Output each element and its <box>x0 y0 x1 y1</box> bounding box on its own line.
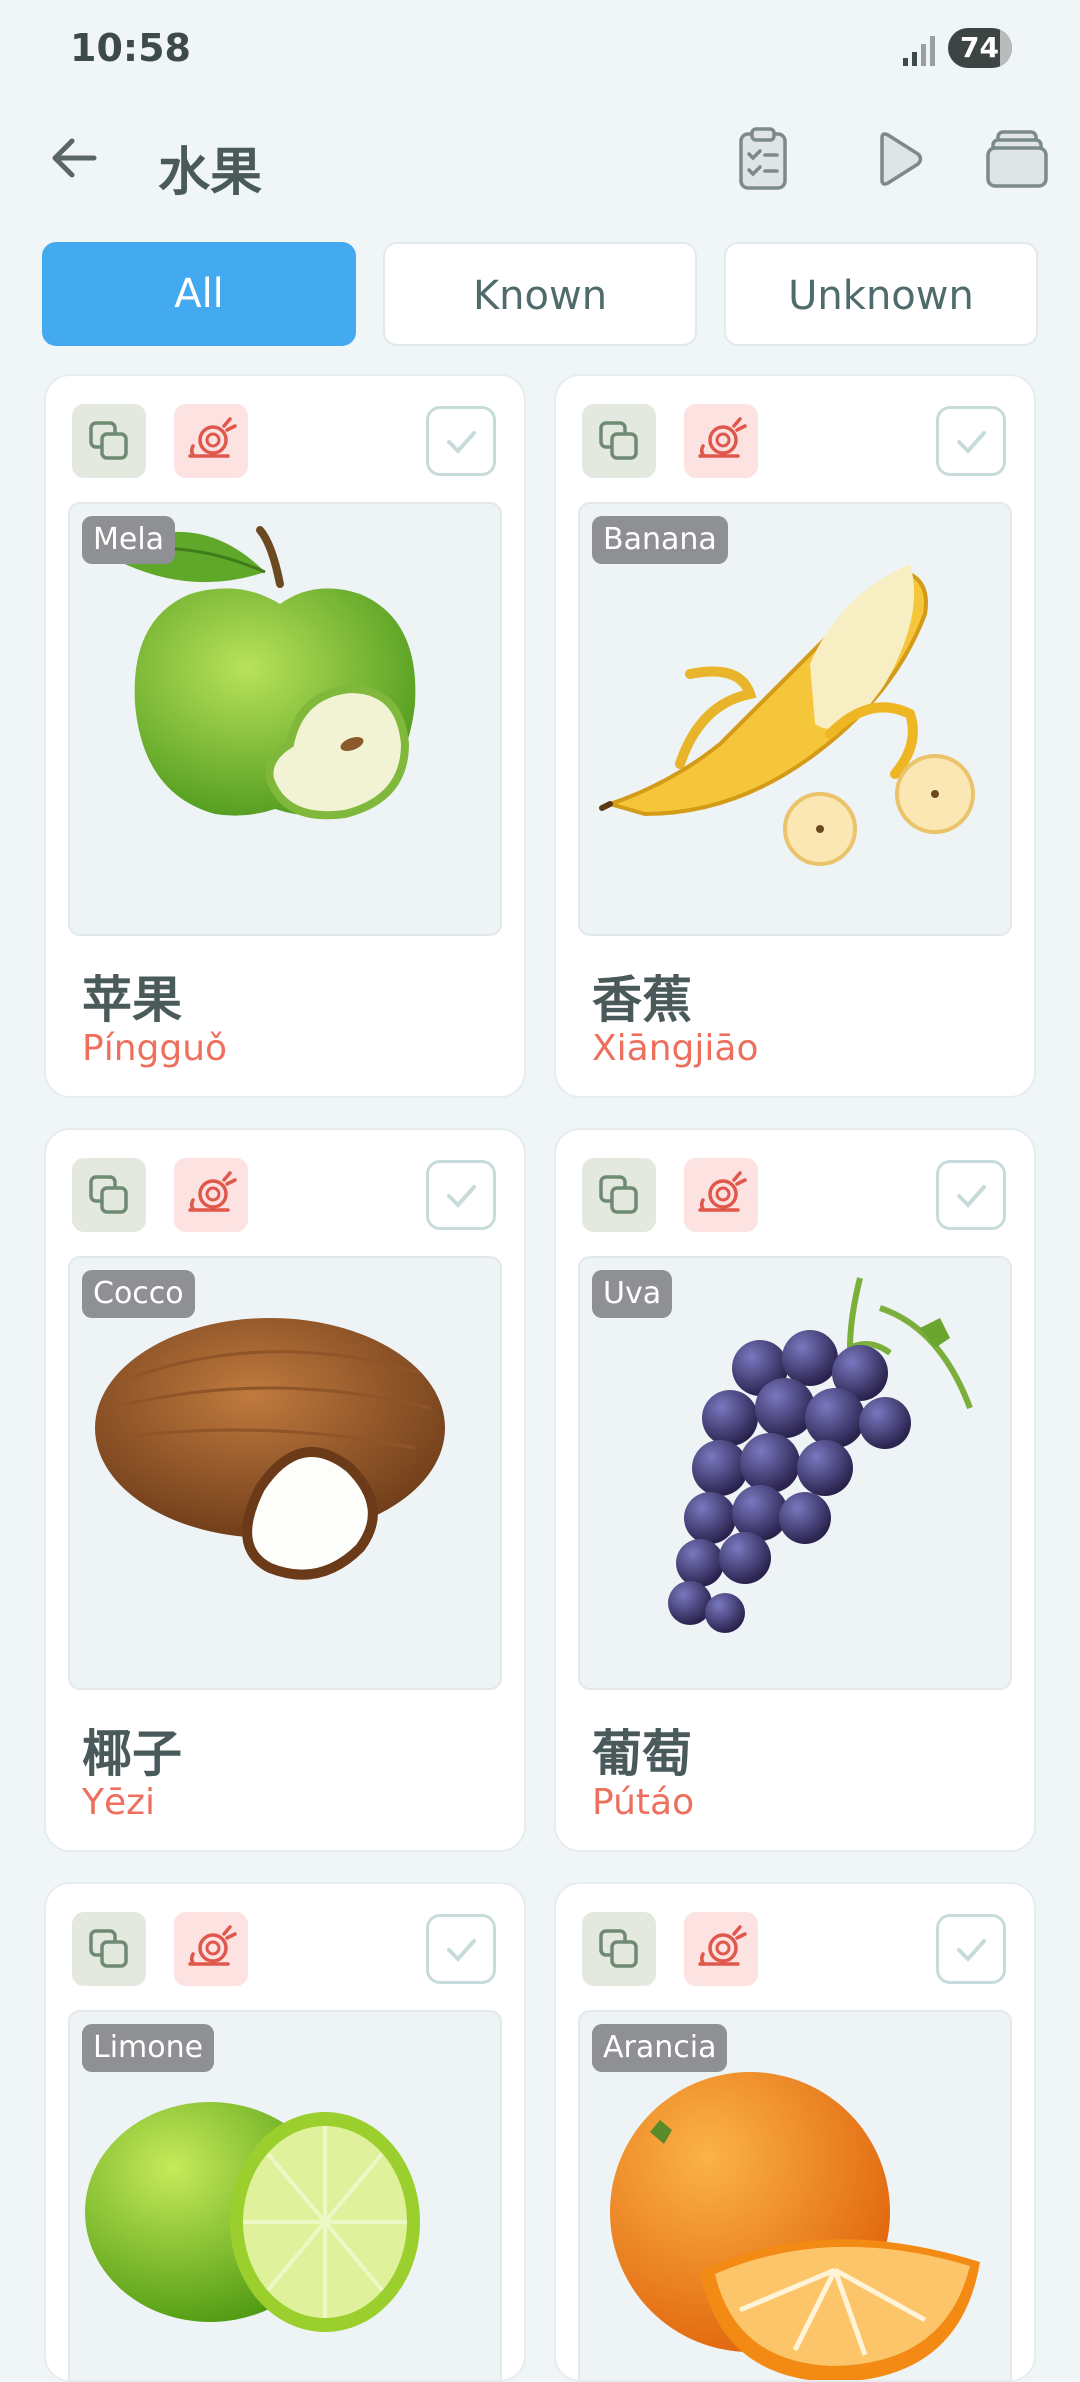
battery-level: 74 <box>960 31 999 64</box>
image-label: Cocco <box>82 1270 195 1318</box>
pinyin-text: Píngguǒ <box>82 1028 228 1069</box>
hanzi-text: 椰子 <box>82 1725 182 1783</box>
word-image: Arancia <box>578 2010 1012 2380</box>
back-arrow-icon[interactable] <box>44 128 104 188</box>
known-checkbox[interactable] <box>426 1914 496 1984</box>
slow-audio-button[interactable] <box>684 404 758 478</box>
check-icon <box>447 431 476 454</box>
known-checkbox[interactable] <box>936 1914 1006 1984</box>
snail-icon <box>698 1171 747 1212</box>
grapes-image <box>668 1277 973 1633</box>
copy-cards-icon <box>89 421 128 460</box>
flashcard-button[interactable] <box>582 1158 656 1232</box>
tab-all[interactable]: All <box>42 242 356 346</box>
hanzi-text: 香蕉 <box>592 971 692 1029</box>
flashcard-button[interactable] <box>72 1158 146 1232</box>
hanzi-text: 葡萄 <box>592 1725 692 1783</box>
image-label: Banana <box>592 516 728 564</box>
known-checkbox[interactable] <box>936 1160 1006 1230</box>
signal-icon <box>903 36 935 66</box>
status-time: 10:58 <box>70 26 191 70</box>
app-header: 水果 <box>0 110 1080 210</box>
check-icon <box>957 431 986 454</box>
slow-audio-button[interactable] <box>174 404 248 478</box>
snail-icon <box>698 417 747 458</box>
hanzi-text: 苹果 <box>82 971 182 1029</box>
copy-cards-icon <box>599 1175 638 1214</box>
copy-cards-icon <box>599 1929 638 1968</box>
check-icon <box>957 1939 986 1962</box>
snail-icon <box>188 1171 237 1212</box>
check-icon <box>957 1185 986 1208</box>
known-checkbox[interactable] <box>936 406 1006 476</box>
play-icon[interactable] <box>862 124 932 194</box>
page-title: 水果 <box>158 143 263 203</box>
word-image: Cocco <box>68 1256 502 1690</box>
word-image: Limone <box>68 2010 502 2380</box>
copy-cards-icon <box>89 1175 128 1214</box>
check-icon <box>447 1939 476 1962</box>
tab-unknown[interactable]: Unknown <box>724 242 1038 346</box>
word-image: Uva <box>578 1256 1012 1690</box>
banana-image <box>599 564 975 866</box>
word-card[interactable]: Arancia <box>554 1882 1036 2382</box>
known-checkbox[interactable] <box>426 1160 496 1230</box>
copy-cards-icon <box>599 421 638 460</box>
pinyin-text: Yēzi <box>82 1782 156 1823</box>
battery-indicator: 74 <box>948 28 1012 68</box>
word-card[interactable]: Limone <box>44 1882 526 2382</box>
image-label: Limone <box>82 2024 215 2072</box>
word-image: Banana <box>578 502 1012 936</box>
slow-audio-button[interactable] <box>174 1158 248 1232</box>
flashcard-button[interactable] <box>582 404 656 478</box>
word-card[interactable]: Banana 香蕉 Xiāngjiāo <box>554 374 1036 1098</box>
word-card[interactable]: Mela 苹果 Píngguǒ <box>44 374 526 1098</box>
pinyin-text: Pútáo <box>592 1782 695 1823</box>
copy-cards-icon <box>89 1929 128 1968</box>
flashcard-button[interactable] <box>582 1912 656 1986</box>
apple-image <box>105 526 416 820</box>
word-image: Mela <box>68 502 502 936</box>
word-card[interactable]: Uva 葡萄 Pútáo <box>554 1128 1036 1852</box>
status-bar: 10:58 74 <box>0 0 1080 100</box>
snail-icon <box>698 1925 747 1966</box>
image-label: Arancia <box>592 2024 728 2072</box>
word-card[interactable]: Cocco 椰子 Yēzi <box>44 1128 526 1852</box>
flashcard-button[interactable] <box>72 404 146 478</box>
filter-tabs: All Known Unknown <box>42 242 1038 346</box>
snail-icon <box>188 417 237 458</box>
slow-audio-button[interactable] <box>174 1912 248 1986</box>
clipboard-checklist-icon[interactable] <box>728 124 798 194</box>
coconut-image <box>95 1318 445 1580</box>
snail-icon <box>188 1925 237 1966</box>
check-icon <box>447 1185 476 1208</box>
slow-audio-button[interactable] <box>684 1158 758 1232</box>
tab-known[interactable]: Known <box>383 242 697 346</box>
pinyin-text: Xiāngjiāo <box>592 1028 759 1069</box>
known-checkbox[interactable] <box>426 406 496 476</box>
image-label: Uva <box>592 1270 673 1318</box>
image-label: Mela <box>82 516 176 564</box>
flashcard-button[interactable] <box>72 1912 146 1986</box>
card-stack-icon[interactable] <box>982 124 1052 194</box>
slow-audio-button[interactable] <box>684 1912 758 1986</box>
